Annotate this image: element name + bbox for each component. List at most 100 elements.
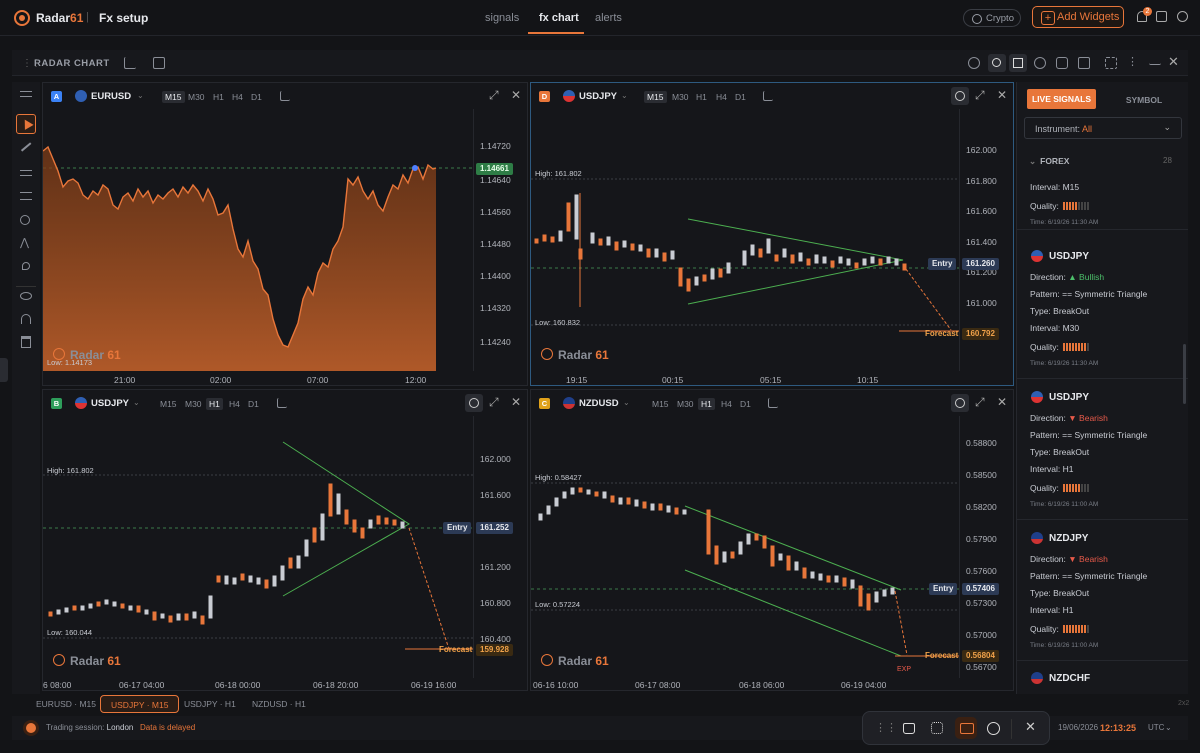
plot-area[interactable]: High: 161.802 Low: 160.044 Entry Forecas… — [43, 416, 473, 678]
chart-tab[interactable]: NZDUSD · H1 — [242, 695, 316, 713]
trend-line-tool-icon[interactable] — [20, 142, 32, 152]
price-axis[interactable]: 162.000 161.800 161.600 161.400 161.200 … — [959, 109, 1015, 371]
tf-d1[interactable]: D1 — [732, 91, 749, 103]
signal-card[interactable]: Interval: M15 Quality: Time: 6/19/26 11:… — [1017, 174, 1188, 230]
chart-tab[interactable]: USDJPY · H1 — [174, 695, 246, 713]
horizontal-lines-tool-icon[interactable] — [20, 170, 32, 176]
magnet-icon[interactable] — [21, 314, 31, 324]
close-icon[interactable]: ✕ — [1168, 54, 1180, 69]
chevron-down-icon[interactable]: ⌄ — [133, 398, 140, 407]
visibility-eye-icon[interactable] — [20, 292, 32, 300]
chart-tab[interactable]: EURUSD · M15 — [26, 695, 106, 713]
crop-icon[interactable] — [1078, 57, 1090, 69]
chart-type-icon[interactable] — [763, 91, 773, 101]
tf-h1[interactable]: H1 — [206, 398, 223, 410]
plot-area[interactable]: High: 0.58427 Low: 0.57224 Entry Forecas… — [531, 416, 959, 678]
tab-signals[interactable]: signals — [485, 12, 519, 24]
tf-m15[interactable]: M15 — [649, 398, 672, 410]
more-icon[interactable]: ⋮ — [1127, 55, 1139, 68]
settings-icon[interactable] — [1177, 11, 1188, 22]
chart-tab-active[interactable]: USDJPY · M15 — [100, 695, 180, 713]
expand-icon[interactable]: ⤢ — [489, 88, 499, 103]
cursor-tool-icon[interactable] — [16, 114, 36, 134]
plot-area[interactable]: High: 161.802 Low: 160.832 Forecast Entr… — [531, 109, 959, 371]
fib-tool-icon[interactable] — [20, 192, 32, 200]
project-name[interactable]: Fx setup — [99, 11, 148, 25]
settings-icon[interactable] — [1034, 57, 1046, 69]
folder-icon[interactable] — [955, 717, 977, 739]
radar-scan-icon[interactable] — [951, 87, 969, 105]
symbol-selector[interactable]: USDJPY — [91, 398, 129, 409]
tf-d1[interactable]: D1 — [737, 398, 754, 410]
close-icon[interactable]: ✕ — [511, 88, 521, 102]
plot-area[interactable]: Low: 1.14173 Radar 61 — [43, 109, 473, 371]
layout-grid-icon[interactable] — [1009, 54, 1027, 72]
timezone-selector[interactable]: UTC — [1148, 723, 1164, 732]
tf-h4[interactable]: H4 — [226, 398, 243, 410]
drag-handle-icon[interactable]: ⋮⋮ — [875, 721, 897, 737]
crypto-toggle[interactable]: Crypto — [963, 9, 1021, 27]
edit-icon[interactable] — [1156, 11, 1167, 22]
tab-symbol[interactable]: SYMBOL — [1103, 95, 1185, 105]
tf-h4[interactable]: H4 — [229, 91, 246, 103]
minimize-icon[interactable] — [1149, 57, 1161, 65]
expand-icon[interactable]: ⤢ — [975, 88, 985, 103]
indicators-icon[interactable] — [153, 57, 165, 69]
sidebar-scrollbar[interactable] — [1183, 344, 1186, 404]
chart-type-icon[interactable] — [768, 398, 778, 408]
chevron-down-icon[interactable]: ⌄ — [1165, 723, 1172, 732]
chart-panel-usdjpy-h1[interactable]: B USDJPY ⌄ M15 M30 H1 H4 D1 ⤢ ✕ High: 16… — [42, 389, 528, 691]
shapes-tool-icon[interactable] — [20, 215, 30, 225]
expand-icon[interactable]: ⤢ — [489, 395, 499, 410]
home-icon[interactable] — [903, 723, 915, 734]
close-icon[interactable]: ✕ — [1025, 719, 1041, 735]
tf-m15[interactable]: M15 — [644, 91, 667, 103]
tf-m30[interactable]: M30 — [669, 91, 692, 103]
tf-d1[interactable]: D1 — [245, 398, 262, 410]
signal-card[interactable]: NZDJPY Direction: ▼ Bearish Pattern: == … — [1017, 520, 1188, 661]
tf-m15[interactable]: M15 — [162, 91, 185, 103]
price-axis[interactable]: 0.58800 0.58500 0.58200 0.57900 0.57600 … — [959, 416, 1015, 678]
chevron-down-icon[interactable]: ⌄ — [137, 91, 144, 100]
tf-h1[interactable]: H1 — [698, 398, 715, 410]
chart-panel-usdjpy-m15[interactable]: D USDJPY ⌄ M15 M30 H1 H4 D1 ⤢ ✕ High: 16… — [530, 82, 1014, 386]
close-icon[interactable]: ✕ — [511, 395, 521, 409]
price-axis[interactable]: 1.14720 1.14640 1.14560 1.14480 1.14400 … — [473, 109, 529, 371]
pin-tool-icon[interactable] — [22, 262, 30, 270]
tab-fx-chart[interactable]: fx chart — [539, 12, 579, 24]
signal-card[interactable]: NZDCHF — [1017, 661, 1188, 694]
apps-grid-icon[interactable] — [931, 722, 943, 734]
tf-m30[interactable]: M30 — [185, 91, 208, 103]
chart-panel-eurusd-m15[interactable]: A EURUSD ⌄ M15 M30 H1 H4 D1 ⤢ ✕ Low: 1.1… — [42, 82, 528, 386]
tf-h4[interactable]: H4 — [713, 91, 730, 103]
radar-scan-icon[interactable] — [988, 54, 1006, 72]
tf-h1[interactable]: H1 — [210, 91, 227, 103]
tf-m30[interactable]: M30 — [182, 398, 205, 410]
chart-panel-nzdusd-h1[interactable]: C NZDUSD ⌄ M15 M30 H1 H4 D1 ⤢ ✕ High: 0.… — [530, 389, 1014, 691]
radar-logo-icon[interactable] — [14, 10, 30, 26]
chevron-down-icon[interactable]: ⌄ — [623, 398, 630, 407]
tf-m15[interactable]: M15 — [157, 398, 180, 410]
close-icon[interactable]: ✕ — [997, 88, 1007, 102]
tf-m30[interactable]: M30 — [674, 398, 697, 410]
symbol-selector[interactable]: NZDUSD — [579, 398, 619, 409]
settings-icon[interactable] — [987, 722, 1000, 735]
signal-card[interactable]: USDJPY Direction: ▲ Bullish Pattern: == … — [1017, 238, 1188, 379]
line-chart-icon[interactable] — [124, 57, 136, 69]
close-icon[interactable]: ✕ — [997, 395, 1007, 409]
expand-icon[interactable]: ⤢ — [975, 395, 985, 410]
brand-name[interactable]: Radar61 — [36, 11, 83, 25]
price-axis[interactable]: 162.000 161.600 161.200 160.800 160.400 … — [473, 416, 529, 678]
left-collapse-handle[interactable] — [0, 358, 8, 382]
chevron-down-icon[interactable]: ⌄ — [621, 91, 628, 100]
radar-scan-icon[interactable] — [951, 394, 969, 412]
tf-h4[interactable]: H4 — [718, 398, 735, 410]
refresh-icon[interactable] — [968, 57, 980, 69]
tf-h1[interactable]: H1 — [693, 91, 710, 103]
instrument-filter[interactable]: Instrument: All ⌄ — [1024, 117, 1182, 139]
symbol-selector[interactable]: EURUSD — [91, 91, 131, 102]
trash-icon[interactable] — [21, 336, 31, 348]
pattern-tool-icon[interactable]: ⋀ — [20, 236, 32, 249]
tf-d1[interactable]: D1 — [248, 91, 265, 103]
camera-icon[interactable] — [1056, 57, 1068, 69]
